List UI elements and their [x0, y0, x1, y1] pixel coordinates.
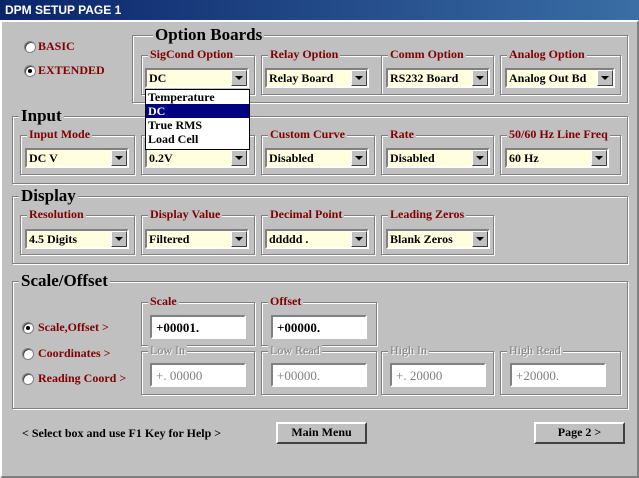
resolution-select[interactable]: 4.5 Digits [25, 229, 129, 249]
sigcond-option-dropdown[interactable]: Temperature DC True RMS Load Cell [145, 89, 250, 150]
reading-coord-radio-label[interactable]: Reading Coord > [38, 371, 126, 386]
sigcond-option-label: SigCond Option [148, 47, 236, 61]
leading-zeros-label: Leading Zeros [388, 207, 467, 221]
leading-zeros-select[interactable]: Blank Zeros [386, 229, 490, 249]
coordinates-radio[interactable] [22, 348, 34, 360]
option-boards-title: Option Boards [153, 25, 265, 44]
scale-offset-title: Scale/Offset [19, 271, 110, 290]
relay-option-value: Relay Board [269, 71, 334, 85]
high-read-label: High Read [507, 343, 563, 357]
chevron-down-icon[interactable] [231, 70, 247, 86]
comm-option-label: Comm Option [388, 47, 466, 61]
low-in-value: +. 00000 [156, 368, 203, 383]
chevron-down-icon[interactable] [591, 150, 607, 166]
chevron-down-icon[interactable] [472, 150, 488, 166]
input-range-value: 0.2V [149, 151, 173, 165]
main-menu-button[interactable]: Main Menu [276, 422, 367, 444]
help-text: < Select box and use F1 Key for Help > [22, 426, 222, 440]
chevron-down-icon[interactable] [351, 231, 367, 247]
chevron-down-icon[interactable] [351, 150, 367, 166]
rate-select[interactable]: Disabled [386, 148, 490, 168]
decimal-point-select[interactable]: ddddd . [265, 229, 369, 249]
low-read-label: Low Read [268, 343, 322, 357]
chevron-down-icon[interactable] [597, 70, 613, 86]
chevron-down-icon[interactable] [472, 231, 488, 247]
basic-radio[interactable] [24, 41, 36, 53]
decimal-point-value: ddddd . [269, 232, 309, 246]
sigcond-option-item[interactable]: True RMS [146, 118, 249, 132]
high-in-value: +. 20000 [396, 368, 443, 383]
decimal-point-label: Decimal Point [268, 207, 345, 221]
custom-curve-select[interactable]: Disabled [265, 148, 369, 168]
line-freq-select[interactable]: 60 Hz [505, 148, 609, 168]
high-in-label: High In [388, 343, 429, 357]
line-freq-value: 60 Hz [509, 151, 539, 165]
low-read-input[interactable]: +00000. [271, 363, 367, 387]
reading-coord-radio[interactable] [22, 373, 34, 385]
sigcond-option-item-selected[interactable]: DC [146, 104, 249, 118]
low-in-input[interactable]: +. 00000 [150, 363, 246, 387]
line-freq-label: 50/60 Hz Line Freq [507, 127, 610, 141]
display-value-select[interactable]: Filtered [145, 229, 249, 249]
sigcond-option-item[interactable]: Temperature [146, 90, 249, 104]
page-2-button[interactable]: Page 2 > [534, 422, 625, 444]
low-in-label: Low In [148, 343, 187, 357]
high-read-input[interactable]: +20000. [510, 363, 606, 387]
display-title: Display [19, 186, 78, 205]
comm-option-select[interactable]: RS232 Board [386, 68, 490, 88]
analog-option-label: Analog Option [507, 47, 587, 61]
basic-radio-label[interactable]: BASIC [38, 39, 75, 54]
scale-input[interactable]: +00001. [150, 315, 246, 339]
input-mode-select[interactable]: DC V [25, 148, 129, 168]
custom-curve-value: Disabled [269, 151, 314, 165]
custom-curve-label: Custom Curve [268, 127, 347, 141]
resolution-value: 4.5 Digits [29, 232, 77, 246]
chevron-down-icon[interactable] [351, 70, 367, 86]
low-read-value: +00000. [277, 368, 321, 383]
sigcond-option-select[interactable]: DC [145, 68, 249, 88]
title-bar: DPM SETUP PAGE 1 [0, 0, 639, 20]
sigcond-option-value: DC [149, 71, 167, 85]
scale-label: Scale [148, 294, 179, 308]
scale-offset-radio[interactable] [22, 322, 34, 334]
rate-label: Rate [388, 127, 416, 141]
coordinates-radio-label[interactable]: Coordinates > [38, 346, 111, 361]
analog-option-value: Analog Out Bd [509, 71, 587, 85]
scale-offset-radio-label[interactable]: Scale,Offset > [38, 320, 109, 335]
input-range-select[interactable]: 0.2V [145, 148, 249, 168]
analog-option-select[interactable]: Analog Out Bd [505, 68, 615, 88]
chevron-down-icon[interactable] [472, 70, 488, 86]
offset-input[interactable]: +00000. [271, 315, 367, 339]
leading-zeros-value: Blank Zeros [390, 232, 453, 246]
scale-value: +00001. [156, 320, 200, 335]
window-title: DPM SETUP PAGE 1 [5, 3, 122, 17]
input-mode-label: Input Mode [27, 127, 93, 141]
relay-option-label: Relay Option [268, 47, 341, 61]
display-value-label: Display Value [148, 207, 223, 221]
relay-option-select[interactable]: Relay Board [265, 68, 369, 88]
input-mode-value: DC V [29, 151, 58, 165]
resolution-label: Resolution [27, 207, 86, 221]
offset-label: Offset [268, 294, 304, 308]
high-in-input[interactable]: +. 20000 [390, 363, 486, 387]
input-title: Input [19, 106, 64, 125]
sigcond-option-item[interactable]: Load Cell [146, 132, 249, 146]
extended-radio[interactable] [24, 65, 36, 77]
chevron-down-icon[interactable] [231, 231, 247, 247]
comm-option-value: RS232 Board [390, 71, 459, 85]
high-read-value: +20000. [516, 368, 560, 383]
chevron-down-icon[interactable] [231, 150, 247, 166]
extended-radio-label[interactable]: EXTENDED [38, 63, 105, 78]
display-value-value: Filtered [149, 232, 190, 246]
rate-value: Disabled [390, 151, 435, 165]
chevron-down-icon[interactable] [111, 231, 127, 247]
offset-value: +00000. [277, 320, 321, 335]
chevron-down-icon[interactable] [111, 150, 127, 166]
